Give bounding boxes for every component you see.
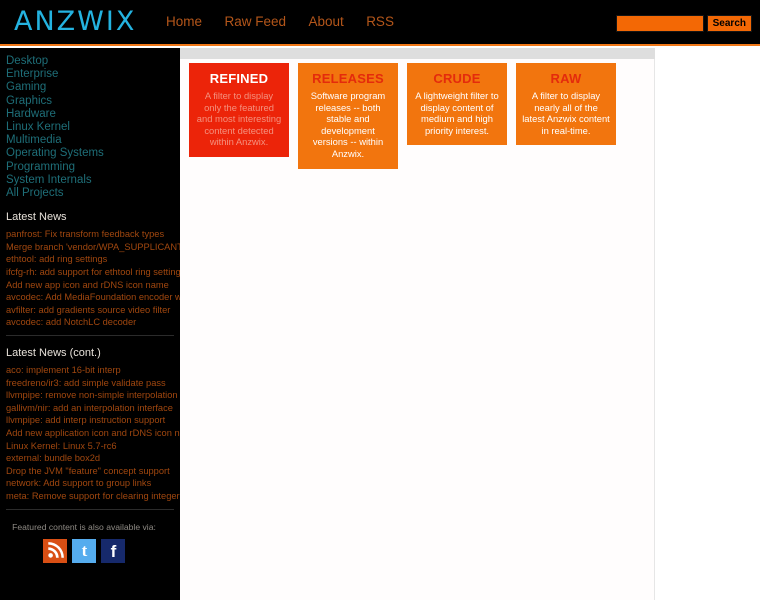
tile-releases[interactable]: RELEASES Software program releases -- bo… xyxy=(298,63,398,169)
latest-news-cont-heading: Latest News (cont.) xyxy=(6,346,101,359)
news-item[interactable]: freedreno/ir3: add simple validate pass xyxy=(6,377,180,390)
site-logo[interactable]: ANZWIX xyxy=(14,6,136,38)
news-item[interactable]: avcodec: add NotchLC decoder xyxy=(6,316,180,329)
news-item[interactable]: llvmpipe: remove non-simple interpolatio… xyxy=(6,389,180,402)
sidebar-item-operating-systems[interactable]: Operating Systems xyxy=(4,147,180,160)
sidebar-item-gaming[interactable]: Gaming xyxy=(4,81,180,94)
news-item[interactable]: ethtool: add ring settings xyxy=(6,253,180,266)
news-item[interactable]: Add new application icon and rDNS icon n… xyxy=(6,427,180,440)
tile-raw[interactable]: RAW A filter to display nearly all of th… xyxy=(516,63,616,146)
latest-news-cont-list: aco: implement 16-bit interp freedreno/i… xyxy=(0,364,180,503)
sidebar-item-desktop[interactable]: Desktop xyxy=(4,55,180,68)
nav-item-home[interactable]: Home xyxy=(166,13,202,31)
news-item[interactable]: Linux Kernel: Linux 5.7-rc6 xyxy=(6,440,180,453)
tile-description: A lightweight filter to display content … xyxy=(415,90,499,136)
news-item[interactable]: network: Add support to group links xyxy=(6,477,180,490)
sidebar-item-all-projects[interactable]: All Projects xyxy=(4,187,180,200)
feed-tiles: REFINED A filter to display only the fea… xyxy=(189,63,616,169)
sidebar: Desktop Enterprise Gaming Graphics Hardw… xyxy=(0,48,180,600)
sidebar-item-multimedia[interactable]: Multimedia xyxy=(4,134,180,147)
tile-title: REFINED xyxy=(209,71,269,86)
search-button[interactable]: Search xyxy=(706,15,752,32)
main-content: REFINED A filter to display only the fea… xyxy=(180,48,760,600)
content-top-bar xyxy=(180,48,655,59)
tile-crude[interactable]: CRUDE A lightweight filter to display co… xyxy=(407,63,507,146)
news-item[interactable]: Add new app icon and rDNS icon name xyxy=(6,279,180,292)
sidebar-item-enterprise[interactable]: Enterprise xyxy=(4,68,180,81)
facebook-icon[interactable]: f xyxy=(101,538,125,563)
sidebar-item-hardware[interactable]: Hardware xyxy=(4,108,180,121)
site-header: ANZWIX Home Raw Feed About RSS Search xyxy=(0,0,760,46)
news-item[interactable]: Drop the JVM "feature" concept support xyxy=(6,465,180,478)
tile-title: CRUDE xyxy=(433,71,481,86)
news-item[interactable]: aco: implement 16-bit interp xyxy=(6,364,180,377)
search-area: Search xyxy=(615,15,752,32)
search-input[interactable] xyxy=(615,15,704,32)
sidebar-item-linux-kernel[interactable]: Linux Kernel xyxy=(4,121,180,134)
tile-refined[interactable]: REFINED A filter to display only the fea… xyxy=(189,63,289,157)
rss-icon[interactable] xyxy=(43,538,67,563)
sidebar-item-programming[interactable]: Programming xyxy=(4,161,180,174)
social-links: t f xyxy=(0,538,168,563)
news-item[interactable]: avfilter: add gradients source video fil… xyxy=(6,304,180,317)
nav-item-about[interactable]: About xyxy=(308,13,343,31)
right-gutter xyxy=(656,48,760,600)
news-item[interactable]: Merge branch 'vendor/WPA_SUPPLICANT' xyxy=(6,241,180,254)
svg-text:t: t xyxy=(81,542,87,559)
tile-title: RELEASES xyxy=(312,71,384,86)
nav-item-rss[interactable]: RSS xyxy=(366,13,394,31)
news-item[interactable]: panfrost: Fix transform feedback types xyxy=(6,228,180,241)
featured-content-note: Featured content is also available via: xyxy=(12,521,156,532)
latest-news-list: panfrost: Fix transform feedback types M… xyxy=(0,228,180,329)
category-list: Desktop Enterprise Gaming Graphics Hardw… xyxy=(0,48,180,200)
nav-item-raw-feed[interactable]: Raw Feed xyxy=(224,13,286,31)
news-item[interactable]: ifcfg-rh: add support for ethtool ring s… xyxy=(6,266,180,279)
news-item[interactable]: external: bundle box2d xyxy=(6,452,180,465)
news-item[interactable]: meta: Remove support for clearing intege… xyxy=(6,490,180,503)
tile-title: RAW xyxy=(550,71,582,86)
tile-description: A filter to display nearly all of the la… xyxy=(522,90,610,136)
twitter-icon[interactable]: t xyxy=(72,538,96,563)
news-item[interactable]: avcodec: Add MediaFoundation encoder wra… xyxy=(6,291,180,304)
svg-text:f: f xyxy=(110,542,116,559)
latest-news-heading: Latest News xyxy=(6,211,67,224)
sidebar-item-system-internals[interactable]: System Internals xyxy=(4,174,180,187)
main-navigation: Home Raw Feed About RSS xyxy=(166,13,394,33)
news-item[interactable]: gallivm/nir: add an interpolation interf… xyxy=(6,402,180,415)
news-item[interactable]: llvmpipe: add interp instruction support xyxy=(6,414,180,427)
sidebar-item-graphics[interactable]: Graphics xyxy=(4,95,180,108)
tile-description: A filter to display only the featured an… xyxy=(196,90,282,148)
tile-description: Software program releases -- both stable… xyxy=(310,90,386,159)
